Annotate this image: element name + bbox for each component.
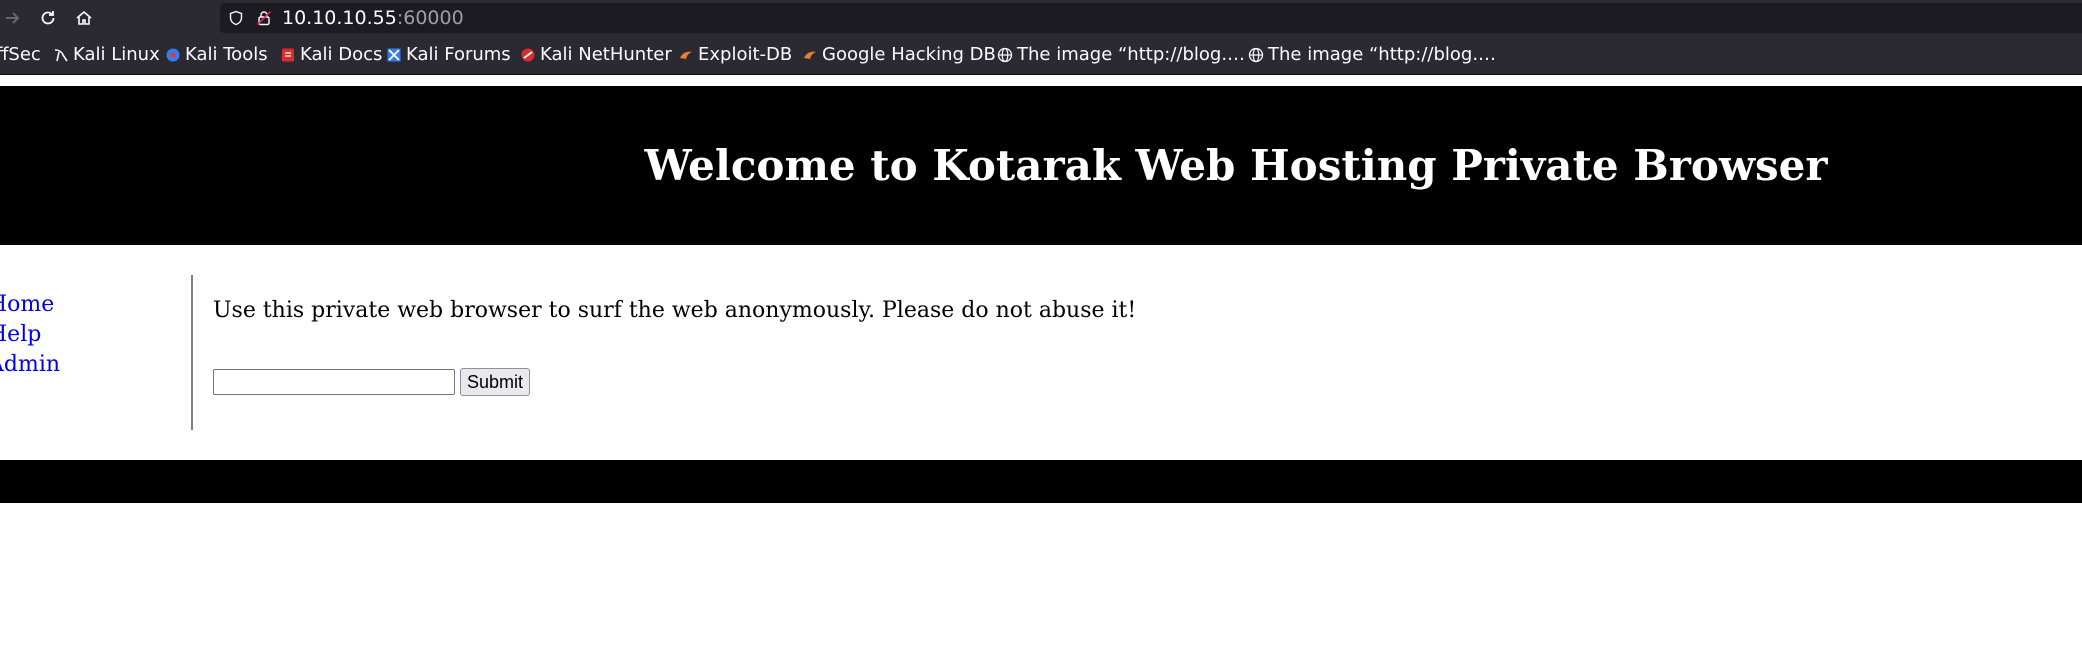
bookmark-kali-tools[interactable]: Kali Tools	[165, 45, 268, 65]
bookmarks-toolbar: ffSec Kali Linux Kali Tools Kali Docs Ka…	[0, 36, 2082, 75]
globe-icon	[1248, 47, 1264, 63]
nav-link-help[interactable]: Help	[0, 320, 168, 350]
url-port: :60000	[396, 7, 464, 29]
bookmark-label: Google Hacking DB	[822, 44, 996, 65]
insecure-lock-icon[interactable]	[256, 10, 272, 26]
bookmark-exploit-db[interactable]: Exploit-DB	[678, 45, 792, 65]
bookmark-image-1[interactable]: The image “http://blog.…	[997, 45, 1245, 65]
bookmark-label: Kali Forums	[406, 44, 511, 65]
exploit-db-icon	[678, 47, 694, 63]
nav-link-home[interactable]: Home	[0, 290, 168, 320]
bookmark-label: Kali Linux	[73, 44, 160, 65]
url-bar[interactable]: 10.10.10.55:60000	[220, 3, 2082, 33]
intro-text: Use this private web browser to surf the…	[213, 298, 1137, 323]
reload-icon[interactable]	[35, 5, 61, 31]
bookmark-label: Kali Docs	[300, 44, 383, 65]
nethunter-icon	[520, 47, 536, 63]
nav-link-admin[interactable]: Admin	[0, 350, 168, 380]
browser-toolbar: 10.10.10.55:60000	[0, 0, 2082, 36]
url-host: 10.10.10.55	[282, 7, 397, 29]
browse-form: Submit	[213, 368, 531, 396]
url-input[interactable]	[213, 369, 455, 395]
content-divider	[191, 275, 193, 430]
kali-docs-icon	[280, 47, 296, 63]
page-viewport: Welcome to Kotarak Web Hosting Private B…	[0, 75, 2082, 645]
bookmark-kali-forums[interactable]: Kali Forums	[386, 45, 511, 65]
sidebar-nav: Home Help Admin	[0, 290, 168, 380]
kali-forums-icon	[386, 47, 402, 63]
bookmark-image-2[interactable]: The image “http://blog.…	[1248, 45, 1496, 65]
globe-icon	[997, 47, 1013, 63]
bookmark-kali-linux[interactable]: Kali Linux	[53, 45, 160, 65]
url-text[interactable]: 10.10.10.55:60000	[282, 8, 464, 28]
ghdb-icon	[802, 47, 818, 63]
bookmark-offsec[interactable]: ffSec	[0, 45, 41, 65]
main-content: Use this private web browser to surf the…	[213, 297, 1137, 396]
bookmark-label: Kali Tools	[185, 44, 268, 65]
bookmark-google-hacking-db[interactable]: Google Hacking DB	[802, 45, 996, 65]
bookmark-label: Kali NetHunter	[540, 44, 672, 65]
page-title: Welcome to Kotarak Web Hosting Private B…	[644, 141, 1828, 190]
bookmark-label: The image “http://blog.…	[1268, 44, 1497, 65]
submit-button[interactable]: Submit	[460, 368, 531, 396]
page-footer	[0, 460, 2082, 503]
kali-tools-icon	[165, 47, 181, 63]
bookmark-kali-nethunter[interactable]: Kali NetHunter	[520, 45, 672, 65]
bookmark-kali-docs[interactable]: Kali Docs	[280, 45, 382, 65]
home-icon[interactable]	[71, 5, 97, 31]
forward-icon[interactable]	[0, 5, 26, 31]
bookmark-label: ffSec	[0, 44, 41, 65]
shield-icon[interactable]	[228, 10, 244, 26]
page-header: Welcome to Kotarak Web Hosting Private B…	[0, 86, 2082, 245]
bookmark-label: Exploit-DB	[698, 44, 793, 65]
bookmark-label: The image “http://blog.…	[1017, 44, 1246, 65]
kali-dragon-icon	[53, 47, 69, 63]
